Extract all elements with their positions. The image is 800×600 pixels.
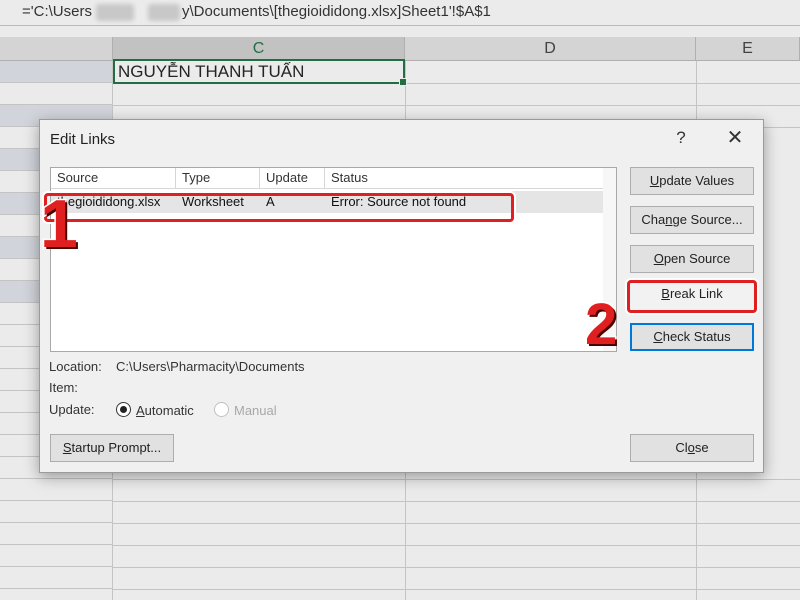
update-values-button[interactable]: Update Values xyxy=(630,167,754,195)
break-link-button[interactable]: Break Link xyxy=(627,280,757,313)
close-button[interactable]: Close xyxy=(630,434,754,462)
open-source-button[interactable]: Open Source xyxy=(630,245,754,273)
header-update[interactable]: Update xyxy=(260,168,325,189)
manual-radio[interactable] xyxy=(214,402,229,417)
step-2-badge: 2 xyxy=(583,292,618,357)
check-status-button[interactable]: Check Status xyxy=(630,323,754,351)
location-label: Location: xyxy=(49,359,102,374)
manual-label[interactable]: Manual xyxy=(234,403,277,418)
dialog-title: Edit Links xyxy=(50,131,116,148)
help-icon[interactable]: ? xyxy=(669,126,693,150)
step-1-badge: 1 xyxy=(39,186,80,262)
header-status[interactable]: Status xyxy=(325,168,616,189)
edit-links-dialog: Edit Links ? ✕ Source Type Update Status… xyxy=(39,119,764,473)
change-source-button[interactable]: Change Source... xyxy=(630,206,754,234)
item-label: Item: xyxy=(49,380,78,395)
automatic-label[interactable]: Automatic xyxy=(136,403,194,418)
header-type[interactable]: Type xyxy=(176,168,260,189)
update-label: Update: xyxy=(49,402,95,417)
close-icon[interactable]: ✕ xyxy=(723,126,747,150)
highlight-link-row xyxy=(44,193,514,222)
location-value: C:\Users\Pharmacity\Documents xyxy=(116,359,305,374)
startup-prompt-button[interactable]: Startup Prompt... xyxy=(50,434,174,462)
automatic-radio[interactable] xyxy=(116,402,131,417)
